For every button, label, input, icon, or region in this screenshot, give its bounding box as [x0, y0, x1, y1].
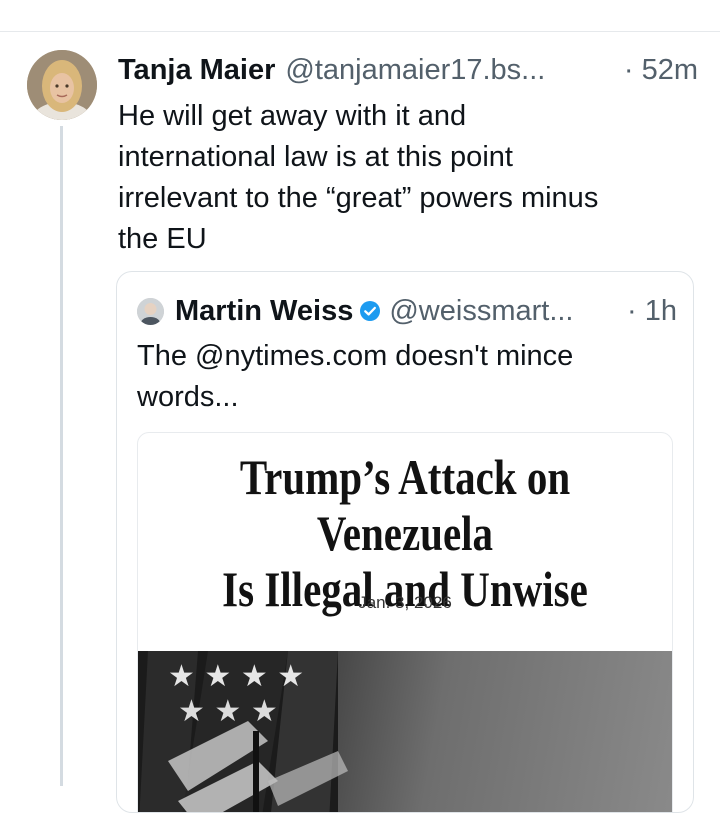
verified-badge-icon — [360, 301, 381, 321]
post-text-line: the EU — [118, 223, 207, 255]
quote-time[interactable]: · 1h — [627, 295, 677, 328]
quote-author-name[interactable]: Martin Weiss — [175, 295, 353, 328]
embedded-article-image[interactable]: Trump’s Attack on Venezuela Is Illegal a… — [137, 432, 673, 812]
post-header: Tanja Maier @tanjamaier17.bs... · 52m — [118, 50, 698, 90]
quote-post-card[interactable]: Martin Weiss @weissmart... · 1h The @nyt… — [116, 271, 694, 813]
quote-text-line: words... — [137, 381, 239, 413]
thread-line — [60, 126, 63, 786]
quote-header: Martin Weiss @weissmart... · 1h — [137, 292, 677, 330]
quote-text-line: The @nytimes.com doesn't mince — [137, 340, 574, 372]
article-headline-line: Trump’s Attack on Venezuela — [239, 449, 571, 561]
article-photo: ★ ★ ★ ★ ★ ★ ★ — [138, 651, 672, 812]
article-date: Jan. 3, 2026 — [358, 593, 452, 612]
top-divider — [0, 0, 720, 32]
author-handle[interactable]: @tanjamaier17.bs... — [285, 54, 609, 87]
avatar-photo — [27, 50, 97, 120]
flag-photo: ★ ★ ★ ★ ★ ★ ★ — [138, 651, 348, 812]
post-text-line: He will get away with it and — [118, 100, 467, 132]
quote-author-handle[interactable]: @weissmart... — [389, 295, 617, 328]
post-text-line: irrelevant to the “great” powers minus — [118, 182, 599, 214]
svg-text:★ ★ ★: ★ ★ ★ — [178, 694, 278, 729]
post-text-line: international law is at this point — [118, 141, 513, 173]
post-text: He will get away with it and internation… — [118, 96, 698, 260]
avatar[interactable] — [27, 50, 97, 120]
svg-text:★ ★ ★ ★: ★ ★ ★ ★ — [168, 659, 304, 694]
quote-text: The @nytimes.com doesn't mince words... — [137, 336, 667, 418]
quote-avatar-photo — [137, 297, 164, 325]
post-time[interactable]: · 52m — [624, 54, 698, 87]
quote-avatar[interactable] — [137, 297, 164, 325]
article-headline: Trump’s Attack on Venezuela Is Illegal a… — [186, 449, 624, 617]
author-name[interactable]: Tanja Maier — [118, 54, 275, 87]
